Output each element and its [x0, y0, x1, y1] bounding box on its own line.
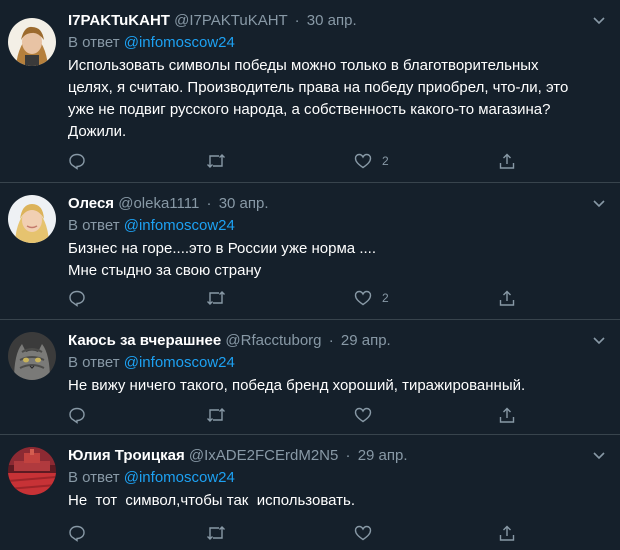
tweet-text: Не вижу ничего такого, победа бренд хоро…	[68, 375, 606, 397]
chevron-down-icon[interactable]	[592, 199, 606, 209]
reply-mention-link[interactable]: @infomoscow24	[124, 217, 235, 234]
author-name[interactable]: I7PAKTuKAHT	[68, 12, 170, 29]
retweet-icon	[207, 408, 225, 422]
share-icon	[499, 525, 515, 541]
reply-button[interactable]	[68, 150, 86, 172]
reply-mention-link[interactable]: @infomoscow24	[124, 34, 235, 51]
tweet-text-line: целях, я считаю. Производитель права на …	[68, 79, 569, 96]
tweet-actions	[68, 404, 538, 426]
share-button[interactable]	[498, 150, 516, 172]
author-handle[interactable]: @IxADE2FCErdM2N5	[189, 447, 338, 464]
reply-mention-link[interactable]: @infomoscow24	[124, 469, 235, 486]
tweet-header: Каюсь за вчерашнее @Rfacctuborg · 29 апр…	[68, 330, 606, 352]
like-button[interactable]	[354, 404, 382, 426]
tweet-actions: 2	[68, 287, 538, 309]
tweet[interactable]: Олеся @oleka1111 · 30 апр. В ответ @info…	[0, 183, 620, 320]
share-button[interactable]	[498, 287, 516, 309]
reply-prefix: В ответ	[68, 469, 120, 486]
tweet-text-line: Бизнес на горе....это в России уже норма…	[68, 240, 376, 257]
share-icon	[499, 290, 515, 306]
reply-context: В ответ @infomoscow24	[68, 467, 606, 489]
tweet-date[interactable]: 29 апр.	[341, 332, 391, 349]
reply-button[interactable]	[68, 404, 86, 426]
tweet-actions	[68, 522, 538, 544]
tweet-text-line: уже не подвиг русского народа, а собстве…	[68, 101, 551, 118]
reply-icon	[69, 407, 85, 424]
tweet-date[interactable]: 30 апр.	[307, 12, 357, 29]
like-count: 2	[382, 291, 389, 305]
reply-icon	[69, 153, 85, 170]
like-button[interactable]	[354, 522, 382, 544]
reply-mention-link[interactable]: @infomoscow24	[124, 354, 235, 371]
heart-icon	[354, 407, 372, 423]
tweet-text-line: Не тот символ,чтобы так использовать.	[68, 492, 355, 509]
tweet-text: Использовать символы победы можно только…	[68, 55, 606, 143]
avatar[interactable]	[8, 332, 56, 380]
separator-dot: ·	[294, 12, 300, 29]
retweet-button[interactable]	[206, 522, 226, 544]
tweet-header: Юлия Троицкая @IxADE2FCErdM2N5 · 29 апр.	[68, 445, 606, 467]
reply-context: В ответ @infomoscow24	[68, 32, 606, 54]
tweet[interactable]: Каюсь за вчерашнее @Rfacctuborg · 29 апр…	[0, 320, 620, 435]
heart-icon	[354, 290, 372, 306]
separator-dot: ·	[328, 332, 334, 349]
reply-context: В ответ @infomoscow24	[68, 215, 606, 237]
tweet-text-line: Дожили.	[68, 123, 127, 140]
author-handle[interactable]: @oleka1111	[118, 195, 199, 212]
chevron-down-icon[interactable]	[592, 451, 606, 461]
retweet-button[interactable]	[206, 287, 226, 309]
like-button[interactable]: 2	[354, 287, 389, 309]
chevron-down-icon[interactable]	[592, 336, 606, 346]
avatar[interactable]	[8, 447, 56, 495]
tweet-text-line: Мне стыдно за свою страну	[68, 262, 262, 279]
tweet-text: Не тот символ,чтобы так использовать.	[68, 490, 606, 512]
retweet-icon	[207, 526, 225, 540]
avatar[interactable]	[8, 195, 56, 243]
reply-prefix: В ответ	[68, 34, 120, 51]
retweet-icon	[207, 154, 225, 168]
like-count: 2	[382, 154, 389, 168]
author-name[interactable]: Юлия Троицкая	[68, 447, 185, 464]
separator-dot: ·	[206, 195, 212, 212]
tweet-text: Бизнес на горе....это в России уже норма…	[68, 238, 606, 282]
heart-icon	[354, 525, 372, 541]
tweet-date[interactable]: 30 апр.	[219, 195, 269, 212]
retweet-button[interactable]	[206, 150, 226, 172]
reply-prefix: В ответ	[68, 217, 120, 234]
share-icon	[499, 153, 515, 169]
reply-icon	[69, 290, 85, 307]
reply-icon	[69, 525, 85, 542]
author-handle[interactable]: @Rfacctuborg	[225, 332, 321, 349]
separator-dot: ·	[345, 447, 351, 464]
reply-button[interactable]	[68, 287, 86, 309]
author-handle[interactable]: @I7PAKTuKAHT	[174, 12, 287, 29]
retweet-icon	[207, 291, 225, 305]
tweet-text-line: Не вижу ничего такого, победа бренд хоро…	[68, 377, 526, 394]
heart-icon	[354, 153, 372, 169]
tweet-actions: 2	[68, 150, 538, 172]
tweet-date[interactable]: 29 апр.	[358, 447, 408, 464]
reply-prefix: В ответ	[68, 354, 120, 371]
like-button[interactable]: 2	[354, 150, 389, 172]
chevron-down-icon[interactable]	[592, 16, 606, 26]
tweet-header: I7PAKTuKAHT @I7PAKTuKAHT · 30 апр.	[68, 10, 606, 32]
author-name[interactable]: Каюсь за вчерашнее	[68, 332, 221, 349]
share-button[interactable]	[498, 404, 516, 426]
reply-context: В ответ @infomoscow24	[68, 352, 606, 374]
tweet[interactable]: Юлия Троицкая @IxADE2FCErdM2N5 · 29 апр.…	[0, 435, 620, 550]
author-name[interactable]: Олеся	[68, 195, 114, 212]
tweet[interactable]: I7PAKTuKAHT @I7PAKTuKAHT · 30 апр. В отв…	[0, 0, 620, 183]
tweet-feed: I7PAKTuKAHT @I7PAKTuKAHT · 30 апр. В отв…	[0, 0, 620, 550]
share-icon	[499, 407, 515, 423]
avatar[interactable]	[8, 18, 56, 66]
retweet-button[interactable]	[206, 404, 226, 426]
tweet-text-line: Использовать символы победы можно только…	[68, 57, 539, 74]
share-button[interactable]	[498, 522, 516, 544]
reply-button[interactable]	[68, 522, 86, 544]
tweet-header: Олеся @oleka1111 · 30 апр.	[68, 193, 606, 215]
